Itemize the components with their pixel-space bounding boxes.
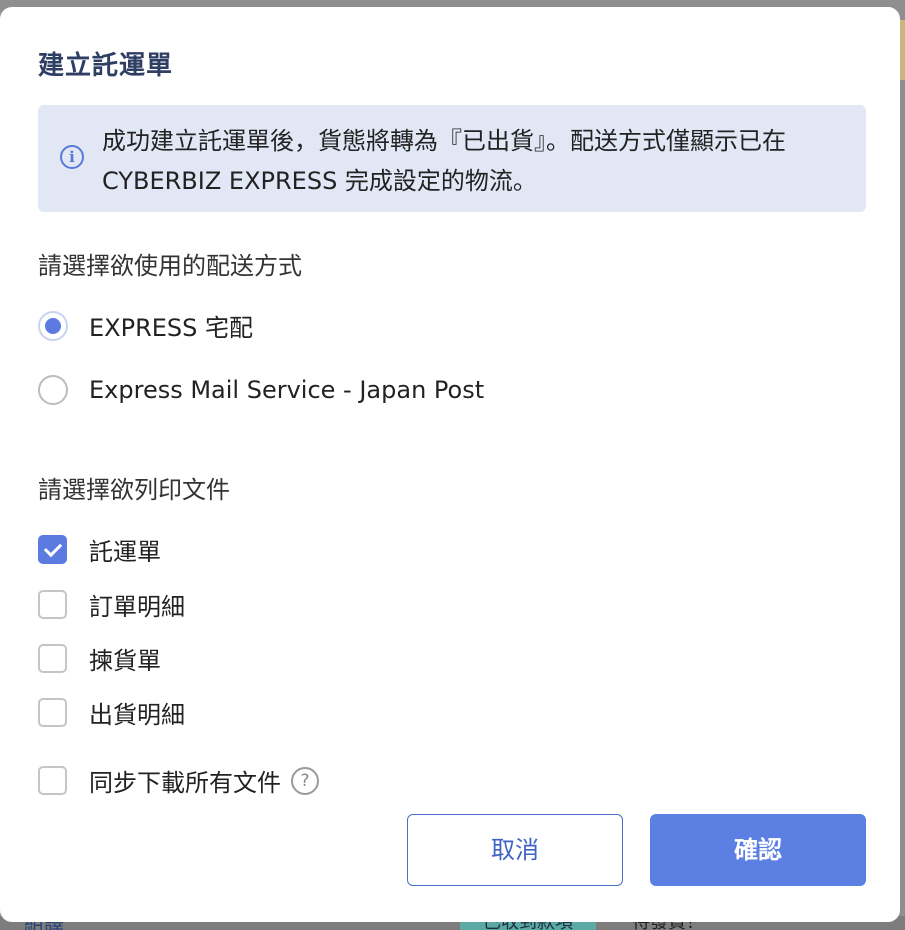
checkbox-order-details[interactable]: 訂單明細 <box>38 587 185 622</box>
checkbox[interactable] <box>38 698 67 727</box>
checkbox-shipping-label[interactable]: 託運單 <box>38 532 161 567</box>
backdrop-accent <box>900 20 905 80</box>
checkbox-label: 訂單明細 <box>89 593 185 621</box>
checkbox-label: 揀貨單 <box>89 647 161 675</box>
checkbox[interactable] <box>38 644 67 673</box>
notice-line-2: CYBERBIZ EXPRESS 完成設定的物流。 <box>102 167 537 195</box>
radio-label: EXPRESS 宅配 <box>89 314 254 342</box>
cancel-button[interactable]: 取消 <box>407 814 623 886</box>
notice-line-1: 成功建立託運單後，貨態將轉為『已出貨』。配送方式僅顯示已在 <box>102 127 786 155</box>
radio-option-express-home[interactable]: EXPRESS 宅配 <box>38 308 253 343</box>
radio-label: Express Mail Service - Japan Post <box>89 376 485 404</box>
radio-button[interactable] <box>38 375 68 405</box>
checkbox-label: 託運單 <box>89 538 161 566</box>
dialog-title: 建立託運單 <box>38 51 174 81</box>
shipping-method-label: 請選擇欲使用的配送方式 <box>38 252 302 280</box>
info-icon: i <box>60 145 84 169</box>
checkbox-download-all[interactable]: 同步下載所有文件 ? <box>38 763 319 798</box>
checkbox[interactable] <box>38 590 67 619</box>
radio-button[interactable] <box>38 310 68 341</box>
checkbox-picking-list[interactable]: 揀貨單 <box>38 641 161 676</box>
confirm-button[interactable]: 確認 <box>650 814 866 886</box>
radio-option-japan-post[interactable]: Express Mail Service - Japan Post <box>38 375 484 405</box>
info-notice: i 成功建立託運單後，貨態將轉為『已出貨』。配送方式僅顯示已在 CYBERBIZ… <box>38 105 866 212</box>
checkbox[interactable] <box>38 766 67 795</box>
create-shipment-dialog: 建立託運單 i 成功建立託運單後，貨態將轉為『已出貨』。配送方式僅顯示已在 CY… <box>0 7 900 922</box>
question-circle-icon[interactable]: ? <box>291 766 319 795</box>
checkbox-shipment-details[interactable]: 出貨明細 <box>38 695 185 730</box>
print-documents-label: 請選擇欲列印文件 <box>38 476 230 504</box>
checkbox-label: 出貨明細 <box>89 701 185 729</box>
checkbox[interactable] <box>38 535 67 564</box>
checkbox-label: 同步下載所有文件 <box>89 769 281 797</box>
